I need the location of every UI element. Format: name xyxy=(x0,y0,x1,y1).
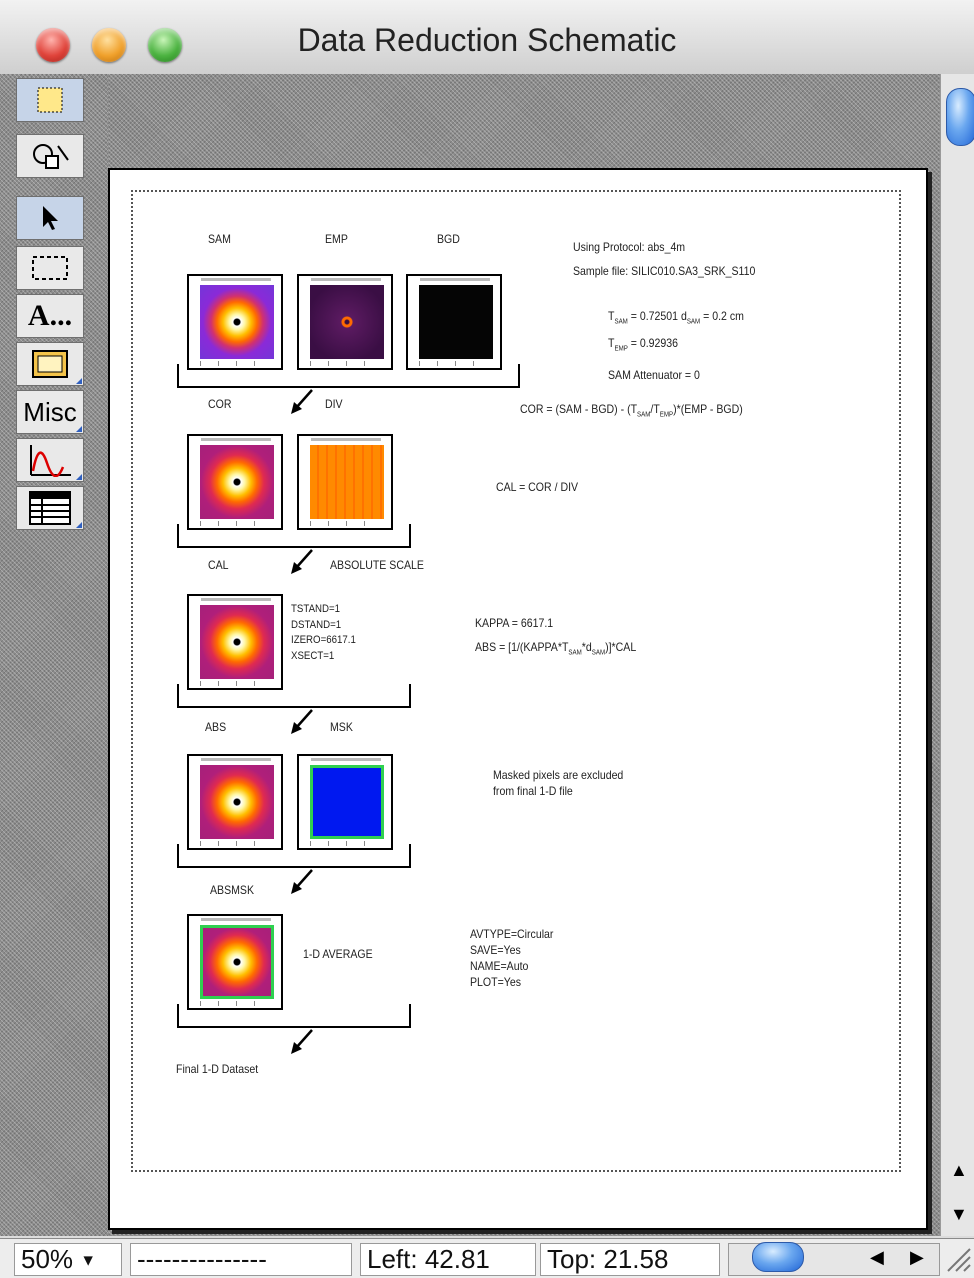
submenu-indicator-icon xyxy=(76,426,82,432)
zoom-value: 50% xyxy=(21,1244,74,1274)
standard-params: TSTAND=1 DSTAND=1 IZERO=6617.1 XSECT=1 xyxy=(291,603,356,662)
label-absmsk: ABSMSK xyxy=(210,883,255,897)
scroll-up-icon[interactable]: ▲ xyxy=(950,1160,968,1181)
arrow-pointer-icon xyxy=(43,206,58,230)
label-abs: ABS xyxy=(205,720,227,734)
vertical-scrollbar[interactable] xyxy=(940,74,974,1236)
status-bar: 50% ▼ --------------- Left: 42.81 Top: 2… xyxy=(0,1238,974,1278)
scroll-left-icon[interactable]: ◀ xyxy=(870,1247,884,1268)
rectangle-select-tool[interactable] xyxy=(16,78,84,122)
graph-icon xyxy=(30,445,71,477)
label-msk: MSK xyxy=(330,720,353,734)
chevron-down-icon: ▼ xyxy=(80,1252,97,1270)
table-tool[interactable] xyxy=(16,486,84,530)
bgd-image[interactable] xyxy=(406,274,502,370)
arrow-down-icon xyxy=(291,549,313,574)
average-params: AVTYPE=Circular SAVE=Yes NAME=Auto PLOT=… xyxy=(470,927,554,989)
label-cal: CAL xyxy=(208,558,229,572)
mask-note: Masked pixels are excluded from final 1-… xyxy=(493,768,624,798)
rectangle-select-icon xyxy=(37,87,63,113)
scroll-down-icon[interactable]: ▼ xyxy=(950,1204,968,1225)
marquee-tool[interactable] xyxy=(16,246,84,290)
emp-image[interactable] xyxy=(297,274,393,370)
label-bgd: BGD xyxy=(437,232,460,246)
bracket-stage1 xyxy=(177,364,520,388)
arrow-down-icon xyxy=(291,1029,313,1054)
tool-palette: A... Misc xyxy=(0,74,108,1236)
label-absolute-scale: ABSOLUTE SCALE xyxy=(330,558,424,572)
bracket-stage4 xyxy=(177,844,411,868)
scroll-right-icon[interactable]: ▶ xyxy=(910,1247,924,1268)
left-position-field: Left: 42.81 xyxy=(360,1243,536,1276)
graph-tool[interactable] xyxy=(16,438,84,482)
cor-formula: COR = (SAM - BGD) - (TSAM/TEMP)*(EMP - B… xyxy=(520,402,743,419)
label-1d-average: 1-D AVERAGE xyxy=(303,947,373,961)
attenuator-text: SAM Attenuator = 0 xyxy=(608,368,700,382)
misc-tool-label: Misc xyxy=(23,396,77,427)
label-div: DIV xyxy=(325,397,343,411)
misc-tool[interactable]: Misc xyxy=(16,390,84,434)
label-cor: COR xyxy=(208,397,232,411)
label-emp: EMP xyxy=(325,232,348,246)
bracket-stage3 xyxy=(177,684,411,708)
abs-formula: ABS = [1/(KAPPA*TSAM*dSAM)]*CAL xyxy=(475,640,637,657)
shapes-icon xyxy=(33,144,69,169)
window-title: Data Reduction Schematic xyxy=(297,22,677,58)
div-image[interactable] xyxy=(297,434,393,530)
horizontal-scroll-thumb[interactable] xyxy=(752,1242,804,1272)
label-sam: SAM xyxy=(208,232,231,246)
msk-image[interactable] xyxy=(297,754,393,850)
title-bar[interactable]: Data Reduction Schematic xyxy=(0,0,974,75)
cal-formula: CAL = COR / DIV xyxy=(496,480,579,494)
arrow-down-icon xyxy=(291,869,313,894)
sample-file-text: Sample file: SILIC010.SA3_SRK_S110 xyxy=(573,264,756,278)
frame-tool[interactable] xyxy=(16,342,84,386)
frame-icon xyxy=(32,350,68,378)
bracket-stage5 xyxy=(177,1004,411,1028)
protocol-text: Using Protocol: abs_4m xyxy=(573,240,686,254)
submenu-indicator-icon xyxy=(76,474,82,480)
sam-image[interactable] xyxy=(187,274,283,370)
bracket-stage2 xyxy=(177,524,411,548)
arrow-tool[interactable] xyxy=(16,196,84,240)
cal-image[interactable] xyxy=(187,594,283,690)
table-icon xyxy=(29,491,71,525)
arrow-down-icon xyxy=(291,389,313,414)
abs-image[interactable] xyxy=(187,754,283,850)
submenu-indicator-icon xyxy=(76,378,82,384)
absmsk-image[interactable] xyxy=(187,914,283,1010)
top-position-field: Top: 21.58 xyxy=(540,1243,720,1276)
submenu-indicator-icon xyxy=(76,522,82,528)
kappa-text: KAPPA = 6617.1 xyxy=(475,616,554,630)
text-tool[interactable]: A... xyxy=(16,294,84,338)
object-name-field: --------------- xyxy=(130,1243,352,1276)
zoom-select[interactable]: 50% ▼ xyxy=(14,1243,122,1276)
arrow-down-icon xyxy=(291,709,313,734)
cor-image[interactable] xyxy=(187,434,283,530)
shapes-tool[interactable] xyxy=(16,134,84,178)
resize-grip-icon[interactable] xyxy=(944,1245,972,1273)
temp-text: TEMP = 0.92936 xyxy=(608,336,679,353)
marquee-icon xyxy=(32,256,68,280)
label-final-dataset: Final 1-D Dataset xyxy=(176,1062,259,1076)
tsam-text: TSAM = 0.72501 dSAM = 0.2 cm xyxy=(608,309,744,326)
vertical-scroll-thumb[interactable] xyxy=(946,88,974,146)
